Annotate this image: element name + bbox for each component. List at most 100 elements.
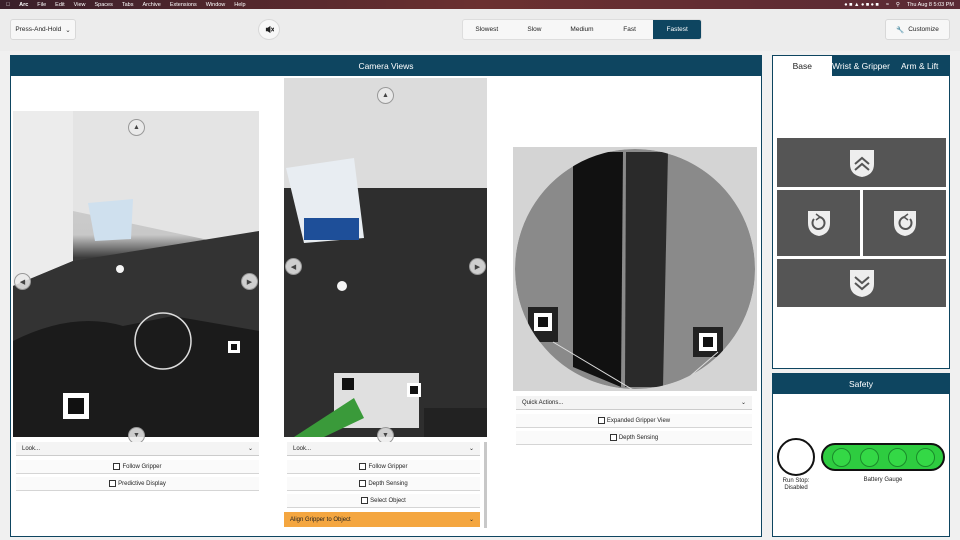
chevron-down-icon: ⌄ <box>247 446 253 452</box>
menu-archive[interactable]: Archive <box>142 2 160 8</box>
middle-look-label: Look... <box>293 445 312 452</box>
middle-look-dropdown[interactable]: Look... ⌄ <box>287 442 480 456</box>
checkbox-icon <box>361 497 369 504</box>
checkbox-icon <box>609 434 617 441</box>
chevron-down-icon: ⌄ <box>468 517 474 523</box>
run-stop-label: Run Stop: Disabled <box>782 478 810 491</box>
speed-slow[interactable]: Slow <box>511 20 559 39</box>
quick-actions-label: Quick Actions... <box>522 399 564 406</box>
pan-right-arrow-icon[interactable]: ▶ <box>241 273 258 290</box>
navigation-camera-image <box>13 111 259 437</box>
control-panel: Base Wrist & Gripper Arm & Lift <box>772 55 950 369</box>
clock[interactable]: Thu Aug 8 5:03 PM <box>907 2 954 8</box>
app-name[interactable]: Arc <box>19 2 28 8</box>
menu-spaces[interactable]: Spaces <box>94 2 112 8</box>
select-object-checkbox[interactable]: Select Object <box>287 494 480 508</box>
select-object-label: Select Object <box>370 497 406 504</box>
menu-file[interactable]: File <box>37 2 46 8</box>
customize-button[interactable]: 🔧 Customize <box>885 19 950 40</box>
camera-views-panel: Camera Views ▲ ◀ ▶ ▼ Look... ⌄ Follow Gr… <box>10 55 762 537</box>
middle-follow-gripper-label: Follow Gripper <box>368 463 408 470</box>
mute-button[interactable] <box>258 19 280 40</box>
mode-label: Press-And-Hold <box>15 26 62 33</box>
control-tabs: Base Wrist & Gripper Arm & Lift <box>773 56 950 76</box>
rotate-right-button[interactable] <box>863 190 946 256</box>
chevron-down-icon: ⌄ <box>740 400 746 406</box>
head-pan-up-arrow-icon[interactable]: ▲ <box>377 87 394 104</box>
right-depth-sensing-label: Depth Sensing <box>618 434 659 441</box>
menu-extensions[interactable]: Extensions <box>170 2 197 8</box>
menu-view[interactable]: View <box>74 2 86 8</box>
safety-title: Safety <box>773 374 949 394</box>
align-gripper-button[interactable]: Align Gripper to Object ⌄ <box>284 512 480 527</box>
left-look-label: Look... <box>22 445 41 452</box>
speed-slowest[interactable]: Slowest <box>463 20 511 39</box>
battery-cell <box>859 447 879 467</box>
expanded-gripper-view-checkbox[interactable]: Expanded Gripper View <box>516 414 752 428</box>
scrollbar[interactable] <box>484 442 487 528</box>
left-follow-gripper-label: Follow Gripper <box>122 463 162 470</box>
tab-arm-lift[interactable]: Arm & Lift <box>890 56 950 76</box>
speed-selector: Slowest Slow Medium Fast Fastest <box>462 19 702 40</box>
predictive-display-checkbox[interactable]: Predictive Display <box>16 477 259 491</box>
pan-left-arrow-icon[interactable]: ◀ <box>14 273 31 290</box>
right-depth-sensing-checkbox[interactable]: Depth Sensing <box>516 431 752 445</box>
middle-depth-sensing-label: Depth Sensing <box>368 480 408 487</box>
mode-dropdown[interactable]: Press-And-Hold ⌄ <box>10 19 76 40</box>
align-gripper-label: Align Gripper to Object <box>290 516 351 523</box>
head-camera-image <box>284 78 487 437</box>
checkbox-icon <box>597 417 605 424</box>
chevron-down-icon: ⌄ <box>65 26 71 34</box>
arrow-up-icon <box>849 149 874 177</box>
battery-cell <box>915 447 935 467</box>
wrench-icon: 🔧 <box>896 26 905 34</box>
search-icon[interactable]: ⚲ <box>896 2 900 8</box>
battery-cell <box>831 447 851 467</box>
rotate-right-icon <box>893 211 916 236</box>
rotate-left-icon <box>807 211 830 236</box>
speed-fast[interactable]: Fast <box>606 20 654 39</box>
menu-tabs[interactable]: Tabs <box>122 2 134 8</box>
pan-up-arrow-icon[interactable]: ▲ <box>128 119 145 136</box>
drive-forward-button[interactable] <box>777 138 946 187</box>
status-icons[interactable]: ● ■ ▲ ● ■ ● ■ <box>844 2 879 8</box>
arrow-down-icon <box>849 270 874 297</box>
tab-wrist-gripper[interactable]: Wrist & Gripper <box>831 56 891 76</box>
head-pan-right-arrow-icon[interactable]: ▶ <box>469 258 486 275</box>
battery-cell <box>887 447 907 467</box>
battery-gauge <box>821 443 945 471</box>
left-look-dropdown[interactable]: Look... ⌄ <box>16 442 259 456</box>
drive-backward-button[interactable] <box>777 259 946 307</box>
checkbox-icon <box>359 463 367 470</box>
tab-base[interactable]: Base <box>773 56 832 76</box>
speed-medium[interactable]: Medium <box>558 20 606 39</box>
navigation-camera-feed[interactable] <box>13 111 259 437</box>
speed-fastest[interactable]: Fastest <box>653 20 701 39</box>
predictive-display-label: Predictive Display <box>118 480 166 487</box>
app-window: Press-And-Hold ⌄ Slowest Slow Medium Fas… <box>0 9 960 540</box>
customize-label: Customize <box>908 26 939 33</box>
expanded-gripper-view-label: Expanded Gripper View <box>606 417 671 424</box>
head-pan-left-arrow-icon[interactable]: ◀ <box>285 258 302 275</box>
middle-follow-gripper-checkbox[interactable]: Follow Gripper <box>287 460 480 474</box>
battery-gauge-label: Battery Gauge <box>863 477 903 483</box>
head-camera-feed[interactable] <box>284 78 487 437</box>
wifi-icon[interactable]: ≈ <box>886 2 889 8</box>
left-follow-gripper-checkbox[interactable]: Follow Gripper <box>16 460 259 474</box>
quick-actions-dropdown[interactable]: Quick Actions... ⌄ <box>516 396 752 410</box>
checkbox-icon <box>113 463 121 470</box>
apple-icon[interactable]:  <box>6 2 10 8</box>
menu-bar:  Arc File Edit View Spaces Tabs Archive… <box>0 0 960 9</box>
gripper-camera-feed[interactable] <box>513 147 757 391</box>
checkbox-icon <box>359 480 367 487</box>
rotate-left-button[interactable] <box>777 190 860 256</box>
menu-edit[interactable]: Edit <box>55 2 64 8</box>
speaker-muted-icon <box>265 25 274 34</box>
checkbox-icon <box>109 480 117 487</box>
menu-help[interactable]: Help <box>234 2 245 8</box>
safety-panel: Safety Run Stop: Disabled Battery Gauge <box>772 373 950 537</box>
run-stop-button[interactable] <box>777 438 815 476</box>
middle-depth-sensing-checkbox[interactable]: Depth Sensing <box>287 477 480 491</box>
menu-window[interactable]: Window <box>206 2 226 8</box>
chevron-down-icon: ⌄ <box>468 446 474 452</box>
